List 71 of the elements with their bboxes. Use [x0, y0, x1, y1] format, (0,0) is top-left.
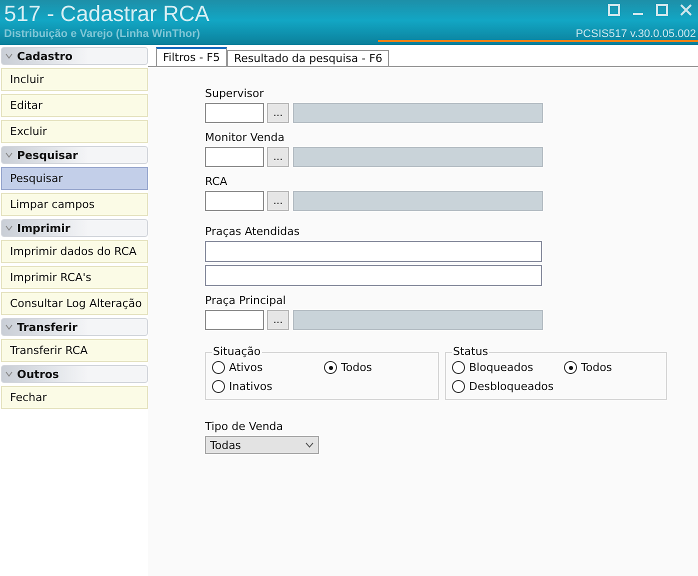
radio-button[interactable] — [452, 380, 465, 393]
radio-label: Ativos — [229, 361, 263, 374]
chevron-down-icon — [5, 371, 13, 377]
radio-option[interactable]: Desbloqueados — [452, 380, 564, 393]
radio-option[interactable]: Bloqueados — [452, 361, 564, 374]
radio-button[interactable] — [324, 361, 337, 374]
close-icon[interactable] — [680, 4, 692, 16]
sidebar-item[interactable]: Fechar — [1, 386, 148, 409]
radio-label: Todos — [341, 361, 372, 374]
field-label: Supervisor — [205, 87, 265, 100]
radio-button[interactable] — [564, 361, 577, 374]
sidebar-item[interactable]: Excluir — [1, 120, 148, 143]
radio-label: Bloqueados — [469, 361, 534, 374]
radio-option[interactable]: Ativos — [212, 361, 324, 374]
sidebar-item[interactable]: Imprimir dados do RCA — [1, 240, 148, 263]
sidebar-item[interactable]: Consultar Log Alteração — [1, 292, 148, 315]
chevron-down-icon — [5, 225, 13, 231]
code-input-field[interactable] — [205, 310, 264, 330]
field-label: Praças Atendidas — [205, 225, 301, 238]
group-title: Situação — [212, 345, 262, 358]
group-title: Status — [452, 345, 490, 358]
sidebar-item[interactable]: Pesquisar — [1, 167, 148, 190]
section-title: Pesquisar — [17, 148, 78, 162]
code-input-field[interactable] — [205, 147, 264, 167]
list-field[interactable] — [205, 241, 542, 262]
field-label: Tipo de Venda — [205, 420, 284, 433]
radio-label: Todos — [581, 361, 612, 374]
code-input-field[interactable] — [205, 103, 264, 123]
sidebar-item[interactable]: Transferir RCA — [1, 339, 148, 362]
window-subtitle: Distribuição e Varejo (Linha WinThor) — [4, 28, 200, 40]
radio-label: Inativos — [229, 380, 272, 393]
code-input-field[interactable] — [205, 191, 264, 211]
radio-button[interactable] — [212, 361, 225, 374]
radio-label: Desbloqueados — [469, 380, 554, 393]
maximize-icon[interactable] — [656, 4, 668, 16]
field-label: RCA — [205, 175, 228, 188]
radio-option[interactable]: Todos — [564, 361, 660, 374]
section-title: Cadastro — [17, 50, 73, 62]
sale-type-select[interactable]: Todas — [205, 436, 319, 454]
field-label: Praça Principal — [205, 294, 287, 307]
field-label: Monitor Venda — [205, 131, 286, 144]
sidebar-section-header[interactable]: Imprimir — [1, 219, 148, 237]
radio-option[interactable]: Todos — [324, 361, 432, 374]
sidebar-item[interactable]: Imprimir RCA's — [1, 266, 148, 289]
lookup-button[interactable]: ... — [267, 103, 289, 123]
tab[interactable]: Filtros - F5 — [156, 47, 227, 66]
chevron-down-icon — [305, 442, 314, 448]
radio-option[interactable]: Inativos — [212, 380, 324, 393]
chevron-down-icon — [5, 324, 13, 330]
sidebar-item[interactable]: Limpar campos — [1, 193, 148, 216]
window-title: 517 - Cadastrar RCA — [4, 2, 210, 26]
section-title: Imprimir — [17, 222, 70, 234]
section-title: Outros — [17, 368, 59, 380]
list-field[interactable] — [205, 265, 542, 286]
version-label: PCSIS517 v.30.0.05.002 — [576, 28, 696, 40]
section-title: Transferir — [17, 320, 78, 334]
chevron-down-icon — [5, 152, 13, 158]
lookup-button[interactable]: ... — [267, 191, 289, 211]
sidebar-item[interactable]: Incluir — [1, 68, 148, 91]
radio-button[interactable] — [452, 361, 465, 374]
tab[interactable]: Resultado da pesquisa - F6 — [226, 50, 390, 66]
lookup-button[interactable]: ... — [267, 147, 289, 167]
sidebar-section-header[interactable]: Cadastro — [1, 47, 148, 65]
radio-button[interactable] — [212, 380, 225, 393]
sidebar-section-header[interactable]: Transferir — [1, 318, 148, 336]
lookup-button[interactable]: ... — [267, 310, 289, 330]
restore-icon[interactable] — [608, 4, 620, 16]
sidebar-section-header[interactable]: Outros — [1, 365, 148, 383]
chevron-down-icon — [5, 53, 13, 59]
sidebar-section-header[interactable]: Pesquisar — [1, 146, 148, 164]
sidebar-item[interactable]: Editar — [1, 94, 148, 117]
